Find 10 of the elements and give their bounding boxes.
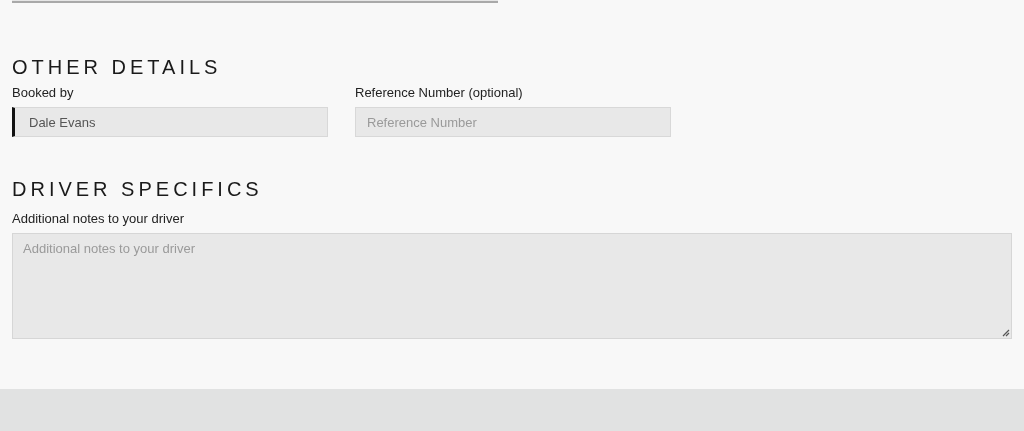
- input-field[interactable]: Reference Number: [355, 107, 671, 137]
- section-heading: DRIVER SPECIFICS: [12, 177, 264, 201]
- notes-field[interactable]: Additional notes to your driver: [12, 233, 1012, 339]
- input-field[interactable]: Dale Evans: [12, 107, 328, 137]
- section-heading: OTHER DETAILS: [12, 55, 223, 79]
- resize-grip-icon[interactable]: [1002, 329, 1010, 337]
- field-label: Reference Number (optional): [355, 85, 524, 101]
- field-label: Booked by: [12, 85, 75, 101]
- input-field[interactable]: [12, 0, 498, 3]
- field-label: Additional notes to your driver: [12, 211, 185, 227]
